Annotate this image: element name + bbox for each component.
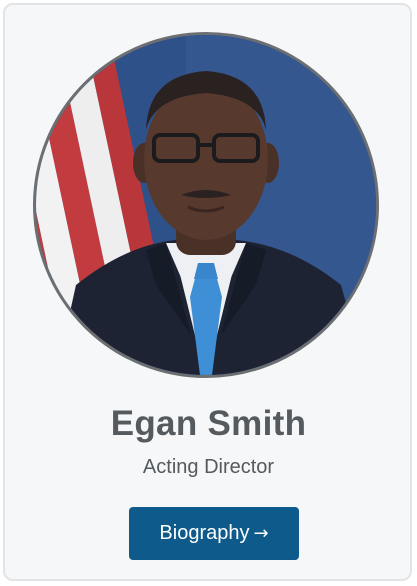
profile-photo	[33, 32, 379, 378]
arrow-right-icon: →	[253, 522, 269, 544]
biography-button-label: Biography	[159, 522, 250, 544]
person-title: Acting Director	[142, 456, 275, 478]
person-name: Egan Smith	[110, 404, 307, 443]
biography-button[interactable]: Biography →	[129, 507, 299, 560]
